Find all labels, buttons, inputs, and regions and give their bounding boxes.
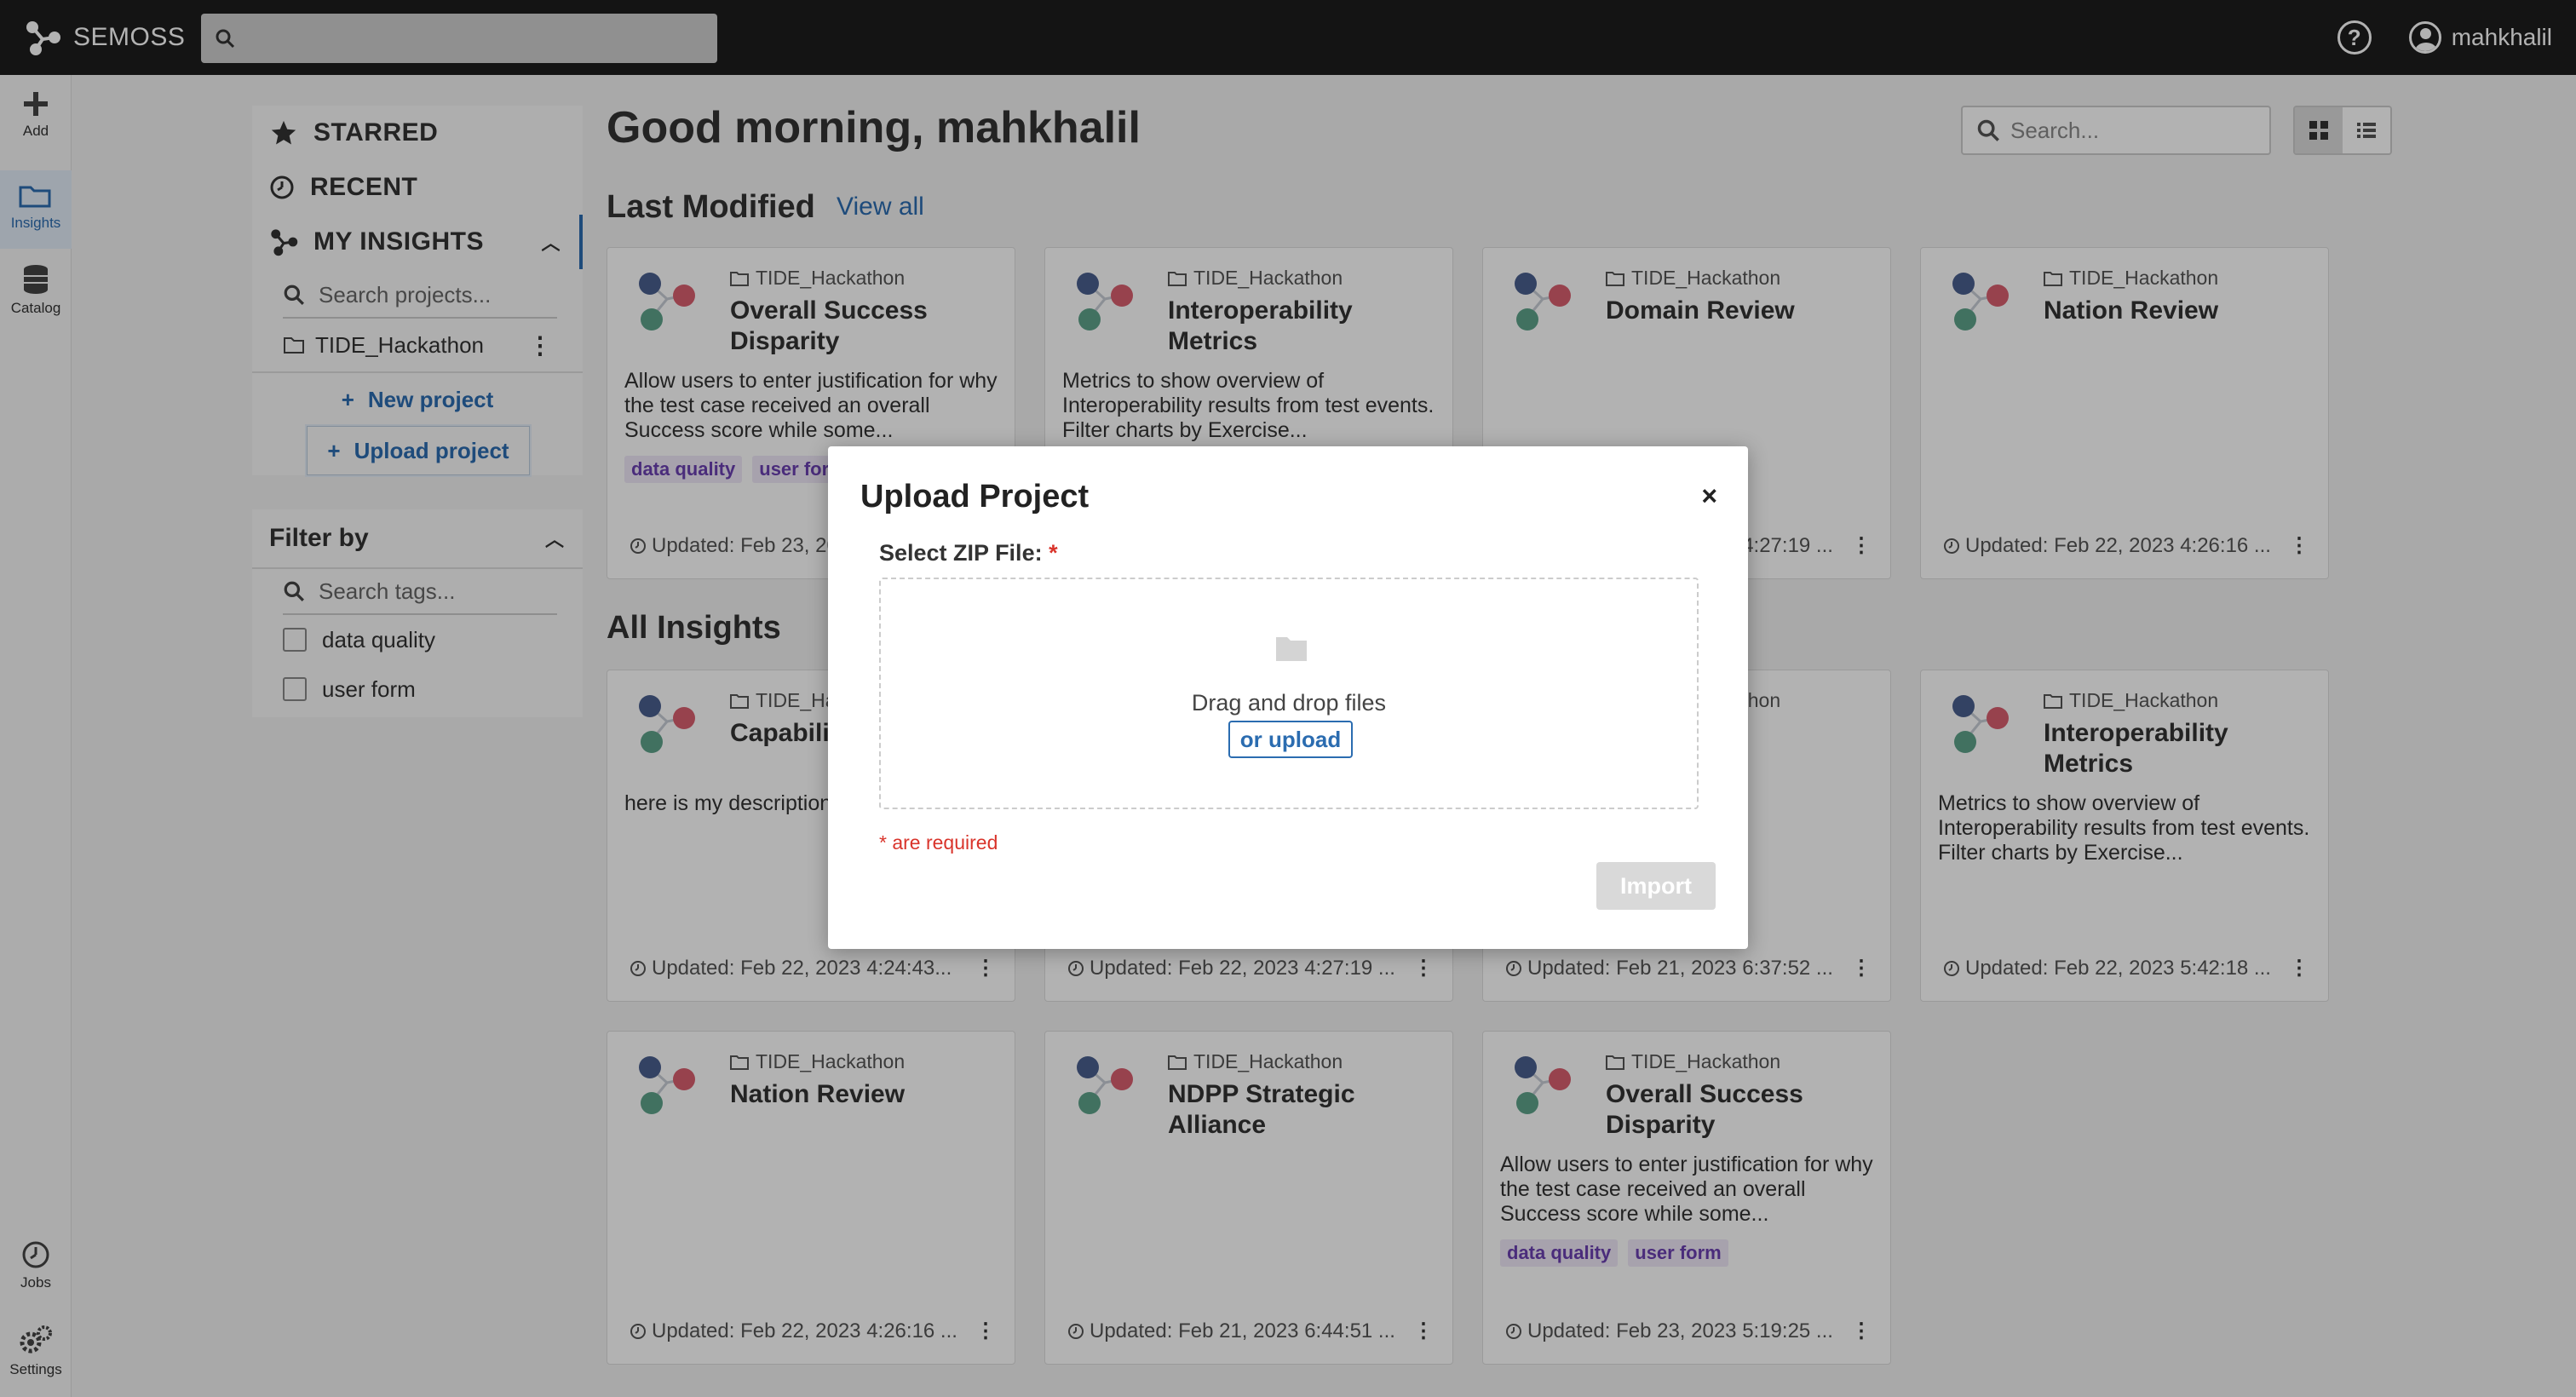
upload-project-modal: Upload Project × Select ZIP File: * Drag…: [828, 446, 1748, 949]
file-dropzone[interactable]: Drag and drop files or upload: [879, 578, 1699, 809]
folder-icon: [1276, 637, 1307, 661]
zip-file-label: Select ZIP File: *: [879, 540, 1058, 566]
drag-drop-text: Drag and drop files: [1191, 690, 1387, 716]
modal-title: Upload Project: [860, 479, 1090, 515]
required-note: * are required: [879, 831, 998, 854]
import-button[interactable]: Import: [1596, 862, 1716, 910]
close-icon[interactable]: ×: [1701, 480, 1717, 512]
upload-file-button[interactable]: or upload: [1228, 721, 1353, 758]
zip-file-label-text: Select ZIP File:: [879, 540, 1043, 566]
required-mark: *: [1049, 540, 1058, 566]
